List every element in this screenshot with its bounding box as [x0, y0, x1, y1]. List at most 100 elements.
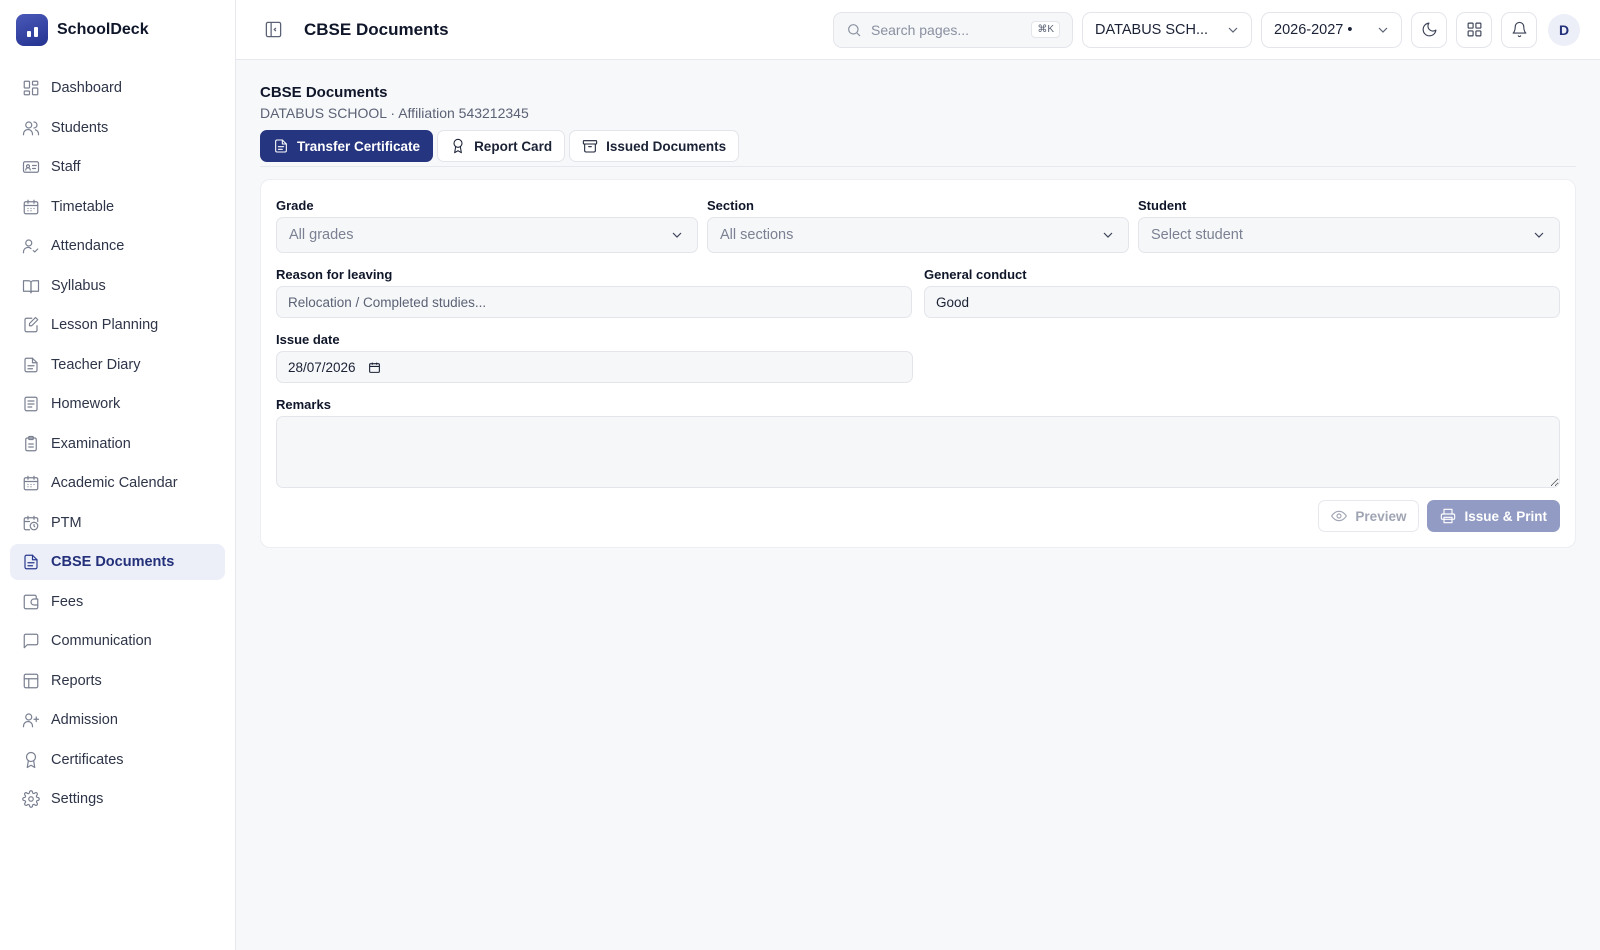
users-icon — [22, 120, 40, 135]
tab-label: Transfer Certificate — [297, 138, 421, 154]
topbar: CBSE Documents ⌘K DATABUS SCH... 2026-20… — [236, 0, 1600, 60]
tab-report-card[interactable]: Report Card — [437, 130, 566, 162]
sidebar-item-academic-calendar[interactable]: Academic Calendar — [10, 465, 225, 501]
reason-label: Reason for leaving — [276, 267, 393, 282]
sidebar-item-admission[interactable]: Admission — [10, 702, 225, 738]
sidebar-nav: Dashboard Students Staff Timetable Atten… — [0, 60, 235, 817]
student-field: Student Select student — [1138, 198, 1560, 253]
issue-print-button-label: Issue & Print — [1464, 508, 1547, 524]
printer-icon — [1441, 508, 1456, 524]
student-label: Student — [1138, 198, 1187, 213]
search-input[interactable] — [871, 21, 1021, 38]
panel-left-icon — [265, 21, 281, 38]
reason-conduct-row: Reason for leaving General conduct — [276, 267, 1560, 318]
calendar-icon — [368, 362, 380, 373]
search-box[interactable]: ⌘K — [833, 11, 1073, 48]
school-select-value: DATABUS SCH... — [1095, 21, 1209, 38]
bell-icon — [1512, 21, 1526, 38]
sidebar-item-cbse-documents[interactable]: CBSE Documents — [10, 544, 225, 580]
edit-note-icon — [24, 316, 39, 333]
sidebar-item-label: Homework — [51, 396, 121, 412]
sidebar-item-settings[interactable]: Settings — [10, 781, 225, 817]
section-select[interactable]: All sections — [707, 217, 1129, 253]
student-select[interactable]: Select student — [1138, 217, 1560, 253]
apps-button[interactable] — [1456, 11, 1492, 48]
book-open-icon — [22, 279, 40, 293]
sidebar-item-staff[interactable]: Staff — [10, 149, 225, 185]
sidebar-item-label: Communication — [51, 633, 152, 649]
sidebar-item-label: Academic Calendar — [51, 475, 178, 491]
sidebar-item-homework[interactable]: Homework — [10, 386, 225, 422]
academic-year-select[interactable]: 2026-2027 • — [1261, 11, 1402, 48]
brand[interactable]: SchoolDeck — [0, 0, 235, 60]
theme-toggle-button[interactable] — [1411, 11, 1447, 48]
sidebar-item-reports[interactable]: Reports — [10, 663, 225, 699]
sidebar-item-label: Attendance — [51, 238, 125, 254]
sidebar-item-teacher-diary[interactable]: Teacher Diary — [10, 347, 225, 383]
notifications-button[interactable] — [1501, 11, 1537, 48]
grade-select[interactable]: All grades — [276, 217, 698, 253]
dashboard-icon — [23, 80, 39, 96]
sidebar: SchoolDeck Dashboard Students Staff Time… — [0, 0, 236, 950]
sidebar-item-attendance[interactable]: Attendance — [10, 228, 225, 264]
tab-issued-documents[interactable]: Issued Documents — [569, 130, 740, 162]
sidebar-item-certificates[interactable]: Certificates — [10, 742, 225, 778]
wallet-icon — [23, 594, 39, 609]
sidebar-item-timetable[interactable]: Timetable — [10, 189, 225, 225]
reason-input[interactable] — [276, 286, 912, 318]
issue-print-button[interactable]: Issue & Print — [1427, 500, 1560, 532]
sidebar-toggle-button[interactable] — [262, 19, 284, 41]
section-field: Section All sections — [707, 198, 1129, 253]
issue-date-field: Issue date 28/07/2026 — [276, 332, 913, 383]
page-subtitle: DATABUS SCHOOL · Affiliation 543212345 — [260, 105, 529, 121]
sidebar-item-label: Students — [51, 119, 109, 136]
user-check-icon — [22, 239, 39, 254]
calendar-icon — [23, 199, 39, 214]
sidebar-item-label: PTM — [51, 514, 82, 531]
list-icon — [24, 396, 38, 412]
sidebar-item-fees[interactable]: Fees — [10, 584, 225, 620]
remarks-textarea[interactable] — [276, 416, 1560, 488]
calendar-clock-icon — [23, 515, 39, 530]
sidebar-item-label: Staff — [51, 159, 81, 175]
preview-button[interactable]: Preview — [1318, 500, 1420, 532]
sidebar-item-dashboard[interactable]: Dashboard — [10, 70, 225, 106]
document-icon — [275, 139, 287, 153]
grade-field: Grade All grades — [276, 198, 698, 253]
preview-button-label: Preview — [1355, 508, 1407, 524]
sidebar-item-syllabus[interactable]: Syllabus — [10, 268, 225, 304]
issue-date-value: 28/07/2026 — [288, 359, 356, 375]
award-icon — [453, 138, 463, 154]
sidebar-item-communication[interactable]: Communication — [10, 623, 225, 659]
sidebar-item-label: Settings — [51, 791, 104, 807]
school-select[interactable]: DATABUS SCH... — [1082, 11, 1252, 48]
gear-icon — [22, 790, 40, 808]
tab-label: Report Card — [474, 138, 553, 154]
calendar-icon — [23, 475, 39, 491]
conduct-input[interactable] — [924, 286, 1560, 318]
app-logo-icon — [16, 14, 48, 46]
tab-label: Issued Documents — [606, 138, 727, 154]
sidebar-item-lesson-planning[interactable]: Lesson Planning — [10, 307, 225, 343]
issue-date-input[interactable]: 28/07/2026 — [276, 351, 913, 383]
sidebar-item-students[interactable]: Students — [10, 110, 225, 146]
sidebar-item-label: Fees — [51, 593, 84, 610]
remarks-row: Remarks — [276, 397, 1560, 488]
award-icon — [25, 751, 37, 768]
chevron-down-icon — [672, 232, 682, 238]
page-content: CBSE Documents DATABUS SCHOOL · Affiliat… — [236, 60, 1600, 548]
sidebar-item-examination[interactable]: Examination — [10, 426, 225, 462]
section-select-value: All sections — [720, 227, 794, 243]
archive-icon — [582, 140, 598, 153]
avatar[interactable]: D — [1548, 13, 1580, 46]
form-actions: Preview Issue & Print — [276, 500, 1560, 532]
document-icon — [24, 554, 38, 570]
conduct-label: General conduct — [924, 267, 1027, 282]
section-label: Section — [707, 198, 754, 213]
page-title: CBSE Documents — [260, 84, 388, 101]
tab-transfer-certificate[interactable]: Transfer Certificate — [260, 130, 434, 162]
sidebar-item-ptm[interactable]: PTM — [10, 505, 225, 541]
academic-year-value: 2026-2027 • — [1274, 21, 1353, 38]
id-card-icon — [22, 161, 40, 173]
document-icon — [24, 357, 38, 372]
